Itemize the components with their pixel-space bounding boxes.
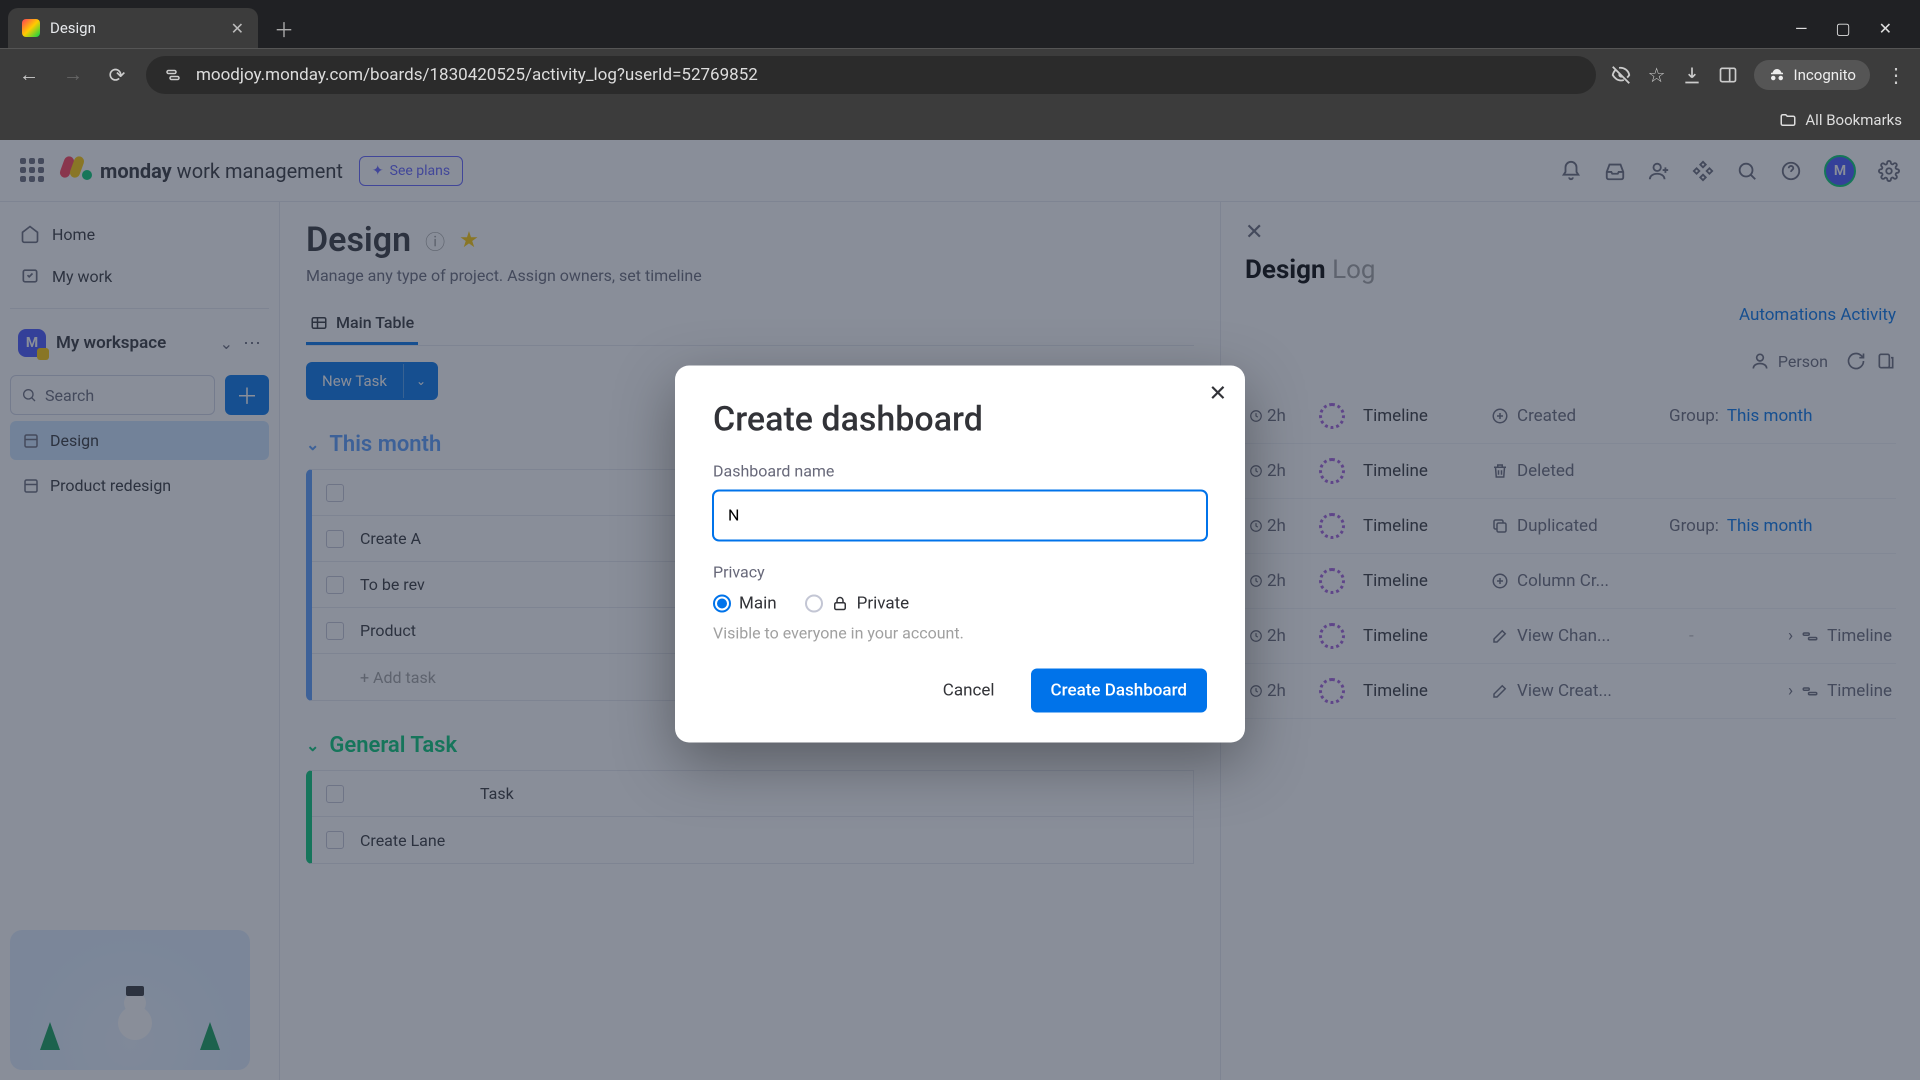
address-bar[interactable]: moodjoy.monday.com/boards/1830420525/act…	[146, 56, 1596, 94]
eye-off-icon[interactable]	[1610, 64, 1632, 86]
window-minimize-icon[interactable]: —	[1795, 19, 1808, 38]
browser-tab[interactable]: Design ✕	[8, 8, 258, 48]
bookmarks-folder-icon	[1779, 111, 1797, 129]
sidepanel-icon[interactable]	[1718, 65, 1738, 85]
modal-title: Create dashboard	[713, 399, 1207, 439]
privacy-option-main[interactable]: Main	[713, 593, 777, 613]
name-field-label: Dashboard name	[713, 461, 1207, 480]
dashboard-name-input[interactable]	[713, 490, 1207, 540]
privacy-option-private[interactable]: Private	[805, 593, 910, 613]
nav-forward-icon[interactable]: →	[58, 60, 88, 90]
all-bookmarks-link[interactable]: All Bookmarks	[1805, 111, 1902, 129]
bookmark-star-icon[interactable]: ☆	[1648, 63, 1666, 87]
downloads-icon[interactable]	[1682, 65, 1702, 85]
tab-title: Design	[50, 19, 96, 37]
tab-close-icon[interactable]: ✕	[231, 19, 244, 38]
nav-reload-icon[interactable]: ⟳	[102, 60, 132, 90]
privacy-hint: Visible to everyone in your account.	[713, 623, 1207, 642]
window-maximize-icon[interactable]: ▢	[1835, 19, 1850, 38]
nav-back-icon[interactable]: ←	[14, 60, 44, 90]
site-settings-icon[interactable]	[162, 64, 184, 86]
radio-off-icon	[805, 594, 823, 612]
incognito-label: Incognito	[1794, 66, 1856, 84]
new-tab-button[interactable]: ＋	[268, 12, 300, 44]
window-close-icon[interactable]: ✕	[1879, 19, 1892, 38]
create-dashboard-modal: ✕ Create dashboard Dashboard name Privac…	[675, 365, 1245, 742]
incognito-badge[interactable]: Incognito	[1754, 60, 1870, 90]
cancel-button[interactable]: Cancel	[923, 668, 1015, 712]
privacy-label: Privacy	[713, 562, 1207, 581]
modal-close-icon[interactable]: ✕	[1209, 381, 1227, 406]
lock-icon	[831, 594, 849, 612]
create-dashboard-button[interactable]: Create Dashboard	[1031, 668, 1207, 712]
url-text: moodjoy.monday.com/boards/1830420525/act…	[196, 65, 758, 85]
chrome-menu-icon[interactable]: ⋮	[1886, 63, 1906, 87]
radio-on-icon	[713, 594, 731, 612]
tab-favicon	[22, 19, 40, 37]
